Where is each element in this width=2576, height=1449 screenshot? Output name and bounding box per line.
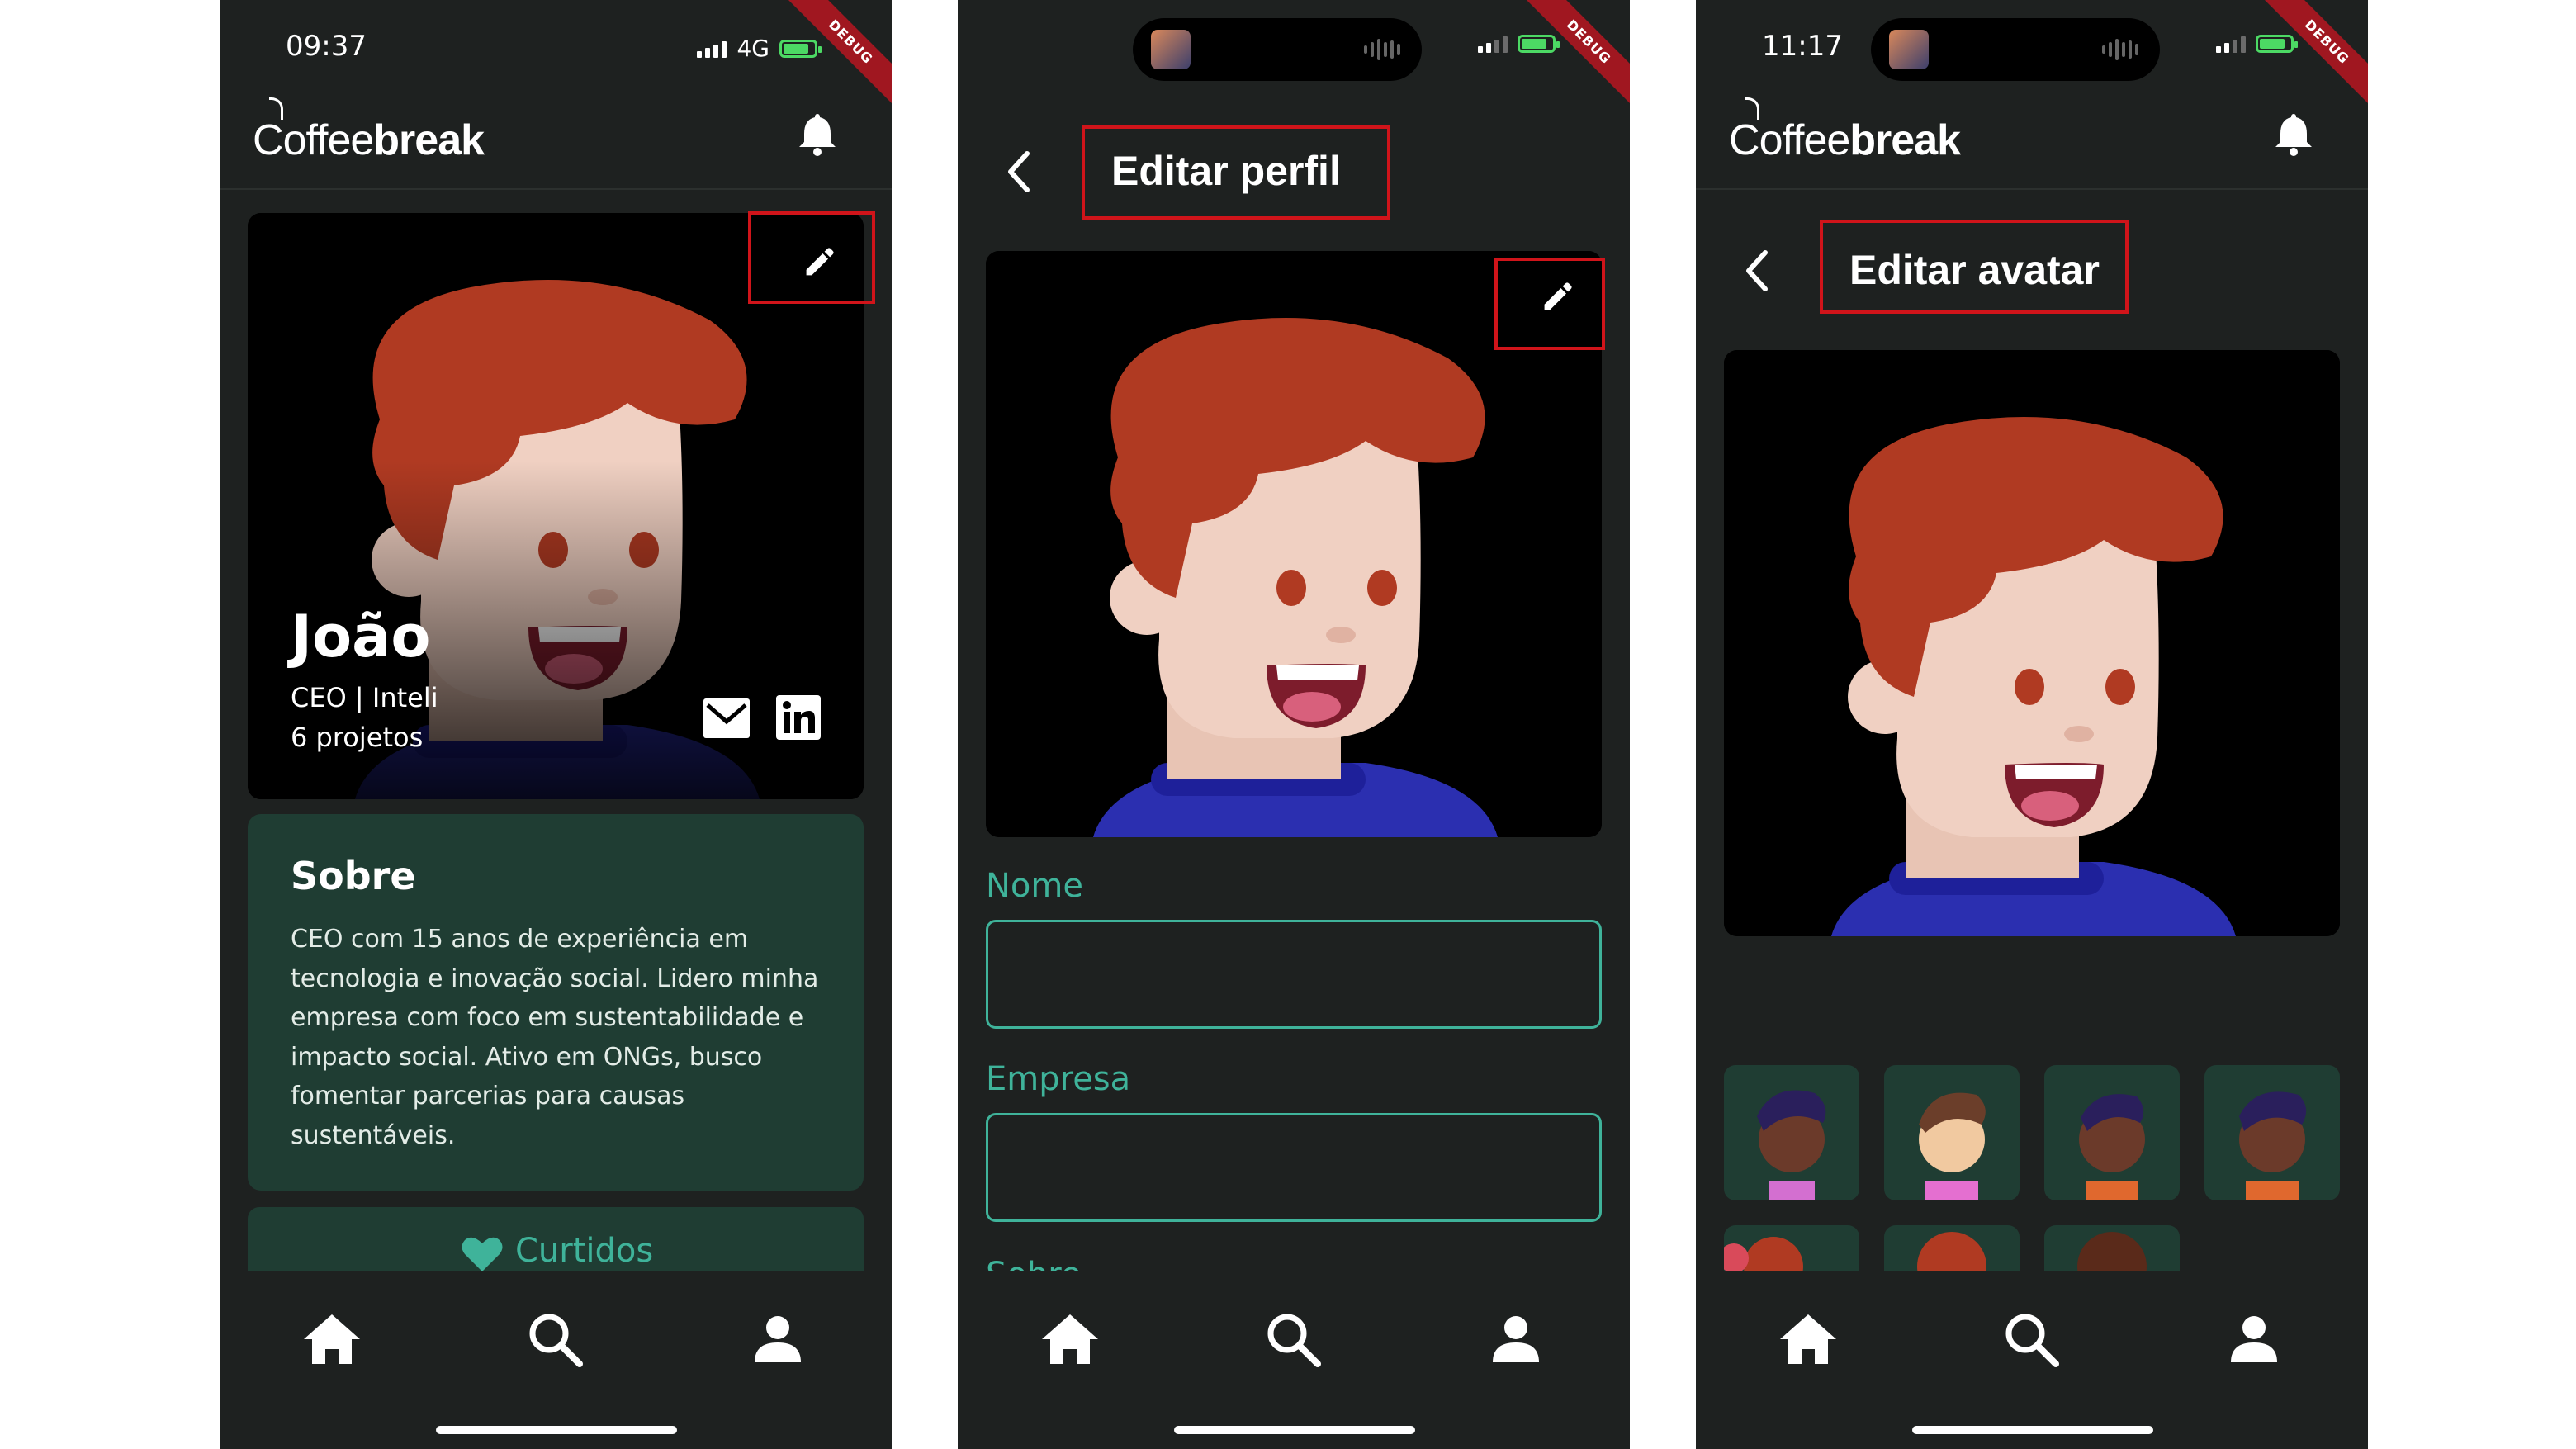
home-indicator [1912, 1426, 2153, 1434]
status-bar: 09:37 4G [220, 0, 892, 91]
home-icon[interactable] [1775, 1306, 1841, 1372]
app-bar: Coffeebreak [1696, 91, 2368, 190]
person-icon[interactable] [2221, 1306, 2287, 1372]
dynamic-island [1871, 18, 2160, 81]
avatar-image [1724, 350, 2340, 936]
bell-icon[interactable] [793, 109, 842, 159]
dynamic-island [1133, 18, 1422, 81]
company-field[interactable] [986, 1113, 1602, 1222]
linkedin-icon[interactable] [776, 695, 821, 740]
highlight-edit-avatar [1494, 258, 1605, 350]
highlight-edit-button [748, 211, 875, 304]
profile-projects: 6 projetos [291, 722, 424, 753]
search-icon[interactable] [522, 1306, 588, 1372]
app-logo: Coffeebreak [253, 97, 485, 165]
home-icon[interactable] [299, 1306, 365, 1372]
about-label: Sobre [986, 1258, 1081, 1271]
bottom-nav [220, 1271, 892, 1449]
chevron-left-icon[interactable] [1002, 147, 1035, 197]
profile-role: CEO | Inteli [291, 682, 438, 713]
bell-icon[interactable] [2269, 109, 2318, 159]
chevron-left-icon[interactable] [1740, 246, 1773, 296]
avatar-option[interactable] [2044, 1065, 2180, 1200]
battery-icon [1518, 35, 1560, 53]
name-field[interactable] [986, 920, 1602, 1029]
mail-icon[interactable] [703, 698, 750, 738]
highlight-page-title [1082, 125, 1390, 220]
name-label: Nome [986, 867, 1083, 905]
status-time: 11:17 [1762, 30, 1843, 63]
home-indicator [436, 1426, 677, 1434]
app-bar: Coffeebreak [220, 91, 892, 190]
home-indicator [1174, 1426, 1415, 1434]
profile-name: João [291, 603, 431, 670]
signal-icon [1478, 35, 1508, 53]
home-icon[interactable] [1037, 1306, 1103, 1372]
person-icon[interactable] [1483, 1306, 1549, 1372]
about-section: Sobre CEO com 15 anos de experiência em … [248, 814, 864, 1191]
bottom-nav [1696, 1271, 2368, 1449]
now-playing-thumbnail [1889, 30, 1929, 69]
avatar-options [1724, 1065, 2340, 1271]
highlight-page-title [1820, 220, 2129, 314]
avatar-option[interactable] [1884, 1225, 2020, 1271]
avatar-option[interactable] [2204, 1065, 2340, 1200]
battery-icon [779, 39, 822, 58]
edit-avatar-screen: 11:17 DEBUG Coffeebreak Editar avatar [1696, 0, 2368, 1449]
avatar-option[interactable] [1884, 1065, 2020, 1200]
network-label: 4G [736, 35, 769, 62]
search-icon[interactable] [1260, 1306, 1326, 1372]
avatar-option[interactable] [1724, 1065, 1859, 1200]
waveform-icon [1364, 38, 1400, 61]
edit-profile-screen: DEBUG Editar perfil Nome Empresa Sobre [958, 0, 1630, 1449]
bottom-nav [958, 1271, 1630, 1449]
signal-icon [697, 40, 727, 58]
now-playing-thumbnail [1151, 30, 1191, 69]
profile-screen: 09:37 4G DEBUG Coffeebreak João CEO | In… [220, 0, 892, 1449]
liked-label: Curtidos [515, 1232, 654, 1270]
avatar-option[interactable] [1724, 1225, 1859, 1271]
heart-icon [462, 1237, 503, 1271]
liked-tab[interactable]: Curtidos [248, 1207, 864, 1273]
waveform-icon [2102, 38, 2138, 61]
search-icon[interactable] [1998, 1306, 2064, 1372]
battery-icon [2256, 35, 2298, 53]
avatar-card [1724, 350, 2340, 936]
about-title: Sobre [291, 854, 416, 898]
company-label: Empresa [986, 1060, 1131, 1098]
about-text: CEO com 15 anos de experiência em tecnol… [291, 925, 819, 1150]
status-bar [958, 0, 1630, 91]
signal-icon [2216, 35, 2246, 53]
avatar-option[interactable] [2044, 1225, 2180, 1271]
person-icon[interactable] [745, 1306, 811, 1372]
app-logo: Coffeebreak [1729, 97, 1961, 165]
status-bar: 11:17 [1696, 0, 2368, 91]
status-time: 09:37 [286, 30, 367, 63]
